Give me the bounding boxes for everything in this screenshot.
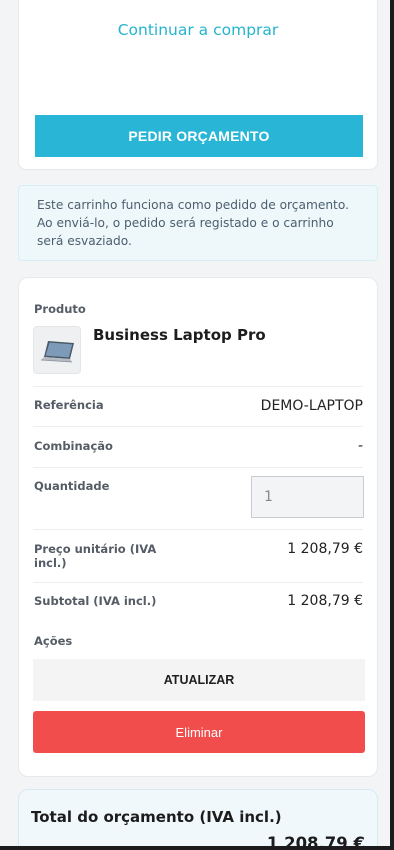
quantity-label: Quantidade	[34, 479, 110, 493]
reference-value: DEMO-LAPTOP	[260, 398, 363, 414]
cart-item-card: Produto Business Laptop Pro Referência D…	[18, 277, 378, 777]
delete-button[interactable]: Eliminar	[33, 711, 365, 753]
subtotal-value: 1 208,79 €	[287, 593, 363, 609]
quote-info-notice: Este carrinho funciona como pedido de or…	[18, 185, 378, 261]
combination-value: -	[357, 438, 363, 454]
quantity-input[interactable]	[251, 476, 364, 518]
subtotal-label: Subtotal (IVA incl.)	[34, 594, 157, 608]
combination-label: Combinação	[34, 439, 113, 453]
continue-shopping-link[interactable]: Continuar a comprar	[19, 21, 377, 39]
quote-total-card: Total do orçamento (IVA incl.) 1 208,79 …	[18, 789, 378, 846]
product-name[interactable]: Business Laptop Pro	[93, 326, 266, 344]
update-button[interactable]: ATUALIZAR	[33, 659, 365, 701]
actions-label: Ações	[34, 634, 73, 648]
quote-total-value: 1 208,79 €	[266, 834, 365, 846]
unit-price-label: Preço unitário (IVA incl.)	[34, 542, 157, 570]
unit-price-value: 1 208,79 €	[287, 541, 363, 557]
page-viewport: Continuar a comprar PEDIR ORÇAMENTO Este…	[0, 0, 390, 846]
quote-info-text: Este carrinho funciona como pedido de or…	[37, 198, 349, 248]
row-divider	[33, 529, 363, 530]
row-divider	[33, 426, 363, 427]
product-label: Produto	[34, 302, 86, 316]
row-divider	[33, 467, 363, 468]
request-quote-button[interactable]: PEDIR ORÇAMENTO	[35, 115, 363, 157]
row-divider	[33, 386, 363, 387]
reference-label: Referência	[34, 398, 104, 412]
laptop-icon	[40, 341, 74, 363]
product-thumbnail[interactable]	[33, 326, 81, 374]
row-divider	[33, 582, 363, 583]
quote-total-title: Total do orçamento (IVA incl.)	[31, 808, 282, 826]
checkout-actions-card: Continuar a comprar PEDIR ORÇAMENTO	[18, 0, 378, 170]
